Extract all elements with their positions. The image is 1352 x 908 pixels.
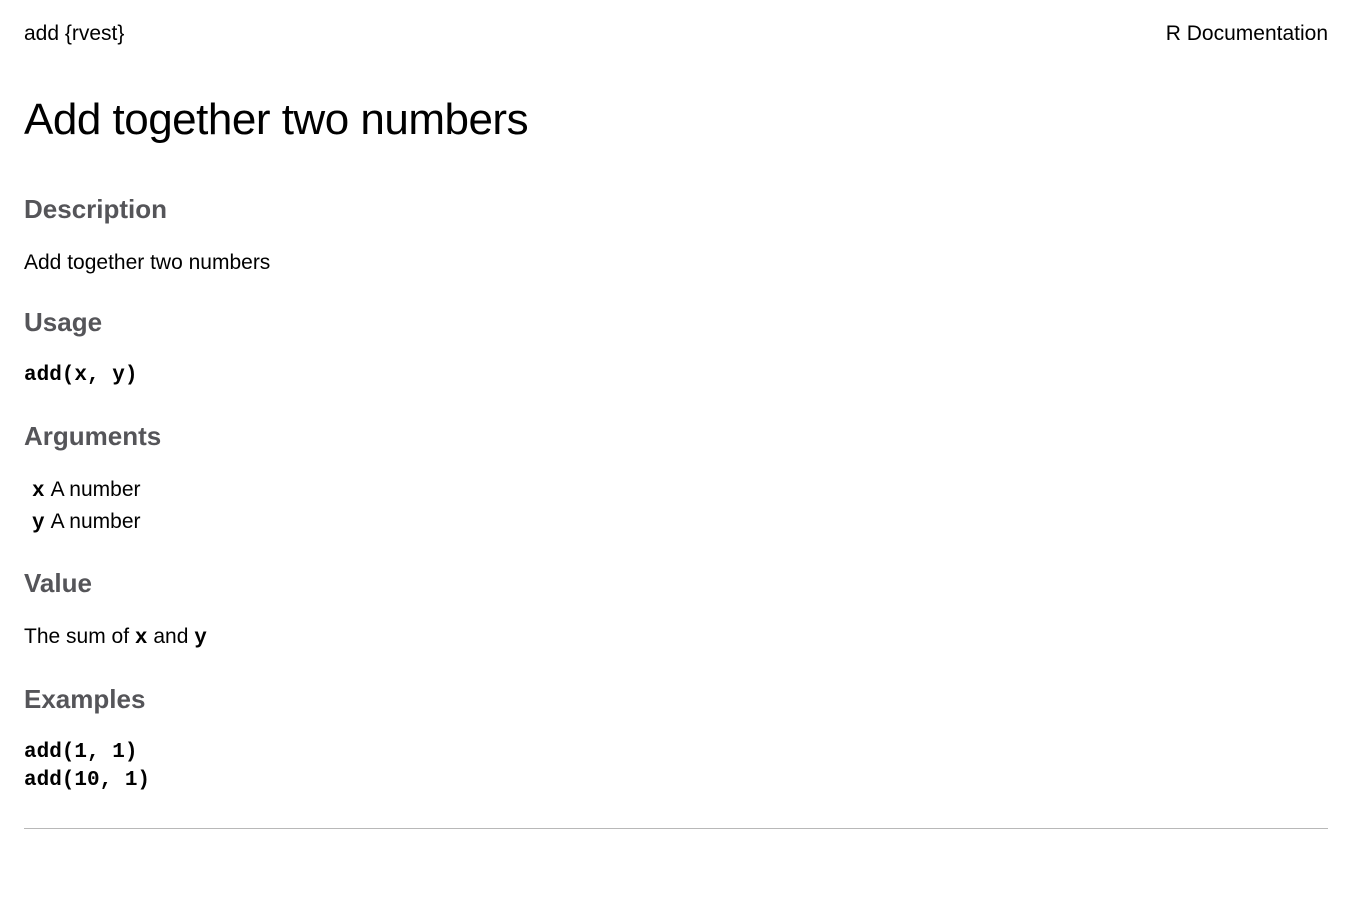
section-heading-arguments: Arguments <box>24 419 1328 454</box>
doc-type-label: R Documentation <box>1166 20 1328 48</box>
arguments-list: x A number y A number <box>32 476 1328 539</box>
value-code-x: x <box>135 627 148 650</box>
usage-code: add(x, y) <box>24 362 1328 390</box>
argument-name: x <box>32 478 45 506</box>
value-mid: and <box>148 625 195 648</box>
doc-header: add {rvest} R Documentation <box>24 20 1328 48</box>
value-code-y: y <box>194 627 207 650</box>
value-prefix: The sum of <box>24 625 135 648</box>
description-text: Add together two numbers <box>24 249 1328 277</box>
function-package-label: add {rvest} <box>24 20 124 48</box>
argument-row: y A number <box>32 508 1328 538</box>
argument-desc: A number <box>51 508 141 536</box>
argument-name: y <box>32 510 45 538</box>
section-heading-usage: Usage <box>24 305 1328 340</box>
section-heading-description: Description <box>24 192 1328 227</box>
value-text: The sum of x and y <box>24 623 1328 653</box>
section-heading-value: Value <box>24 566 1328 601</box>
argument-desc: A number <box>51 476 141 504</box>
argument-row: x A number <box>32 476 1328 506</box>
page-title: Add together two numbers <box>24 90 1328 149</box>
section-heading-examples: Examples <box>24 682 1328 717</box>
examples-code: add(1, 1) add(10, 1) <box>24 739 1328 796</box>
horizontal-rule <box>24 828 1328 829</box>
